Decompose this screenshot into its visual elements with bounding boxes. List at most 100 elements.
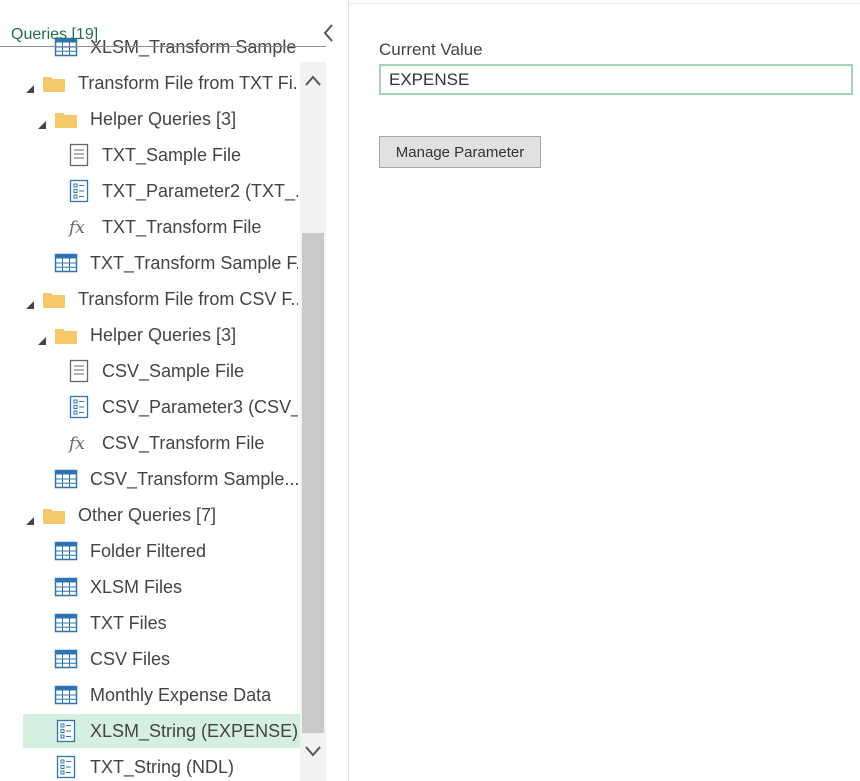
query-item[interactable]: Monthly Expense Data bbox=[0, 678, 300, 712]
folder-icon bbox=[43, 77, 65, 92]
query-item[interactable]: TXT_String (NDL) bbox=[0, 750, 300, 781]
table-icon bbox=[54, 613, 78, 633]
expand-triangle-icon[interactable] bbox=[37, 330, 47, 351]
query-icon: fx bbox=[67, 431, 91, 460]
query-item[interactable]: TXT Files bbox=[0, 606, 300, 640]
current-value-label: Current Value bbox=[379, 40, 483, 59]
svg-text:fx: fx bbox=[67, 218, 85, 238]
query-group[interactable]: Other Queries [7] bbox=[0, 498, 300, 532]
function-icon: fx bbox=[67, 218, 85, 238]
manage-parameter-button[interactable]: Manage Parameter bbox=[379, 136, 541, 168]
parameter-icon bbox=[56, 755, 76, 779]
query-icon bbox=[42, 287, 66, 316]
query-icon bbox=[54, 719, 78, 748]
queries-header[interactable]: Queries [19] bbox=[11, 26, 98, 44]
query-icon bbox=[54, 251, 78, 280]
query-item[interactable]: Folder Filtered bbox=[0, 534, 300, 568]
query-label: Monthly Expense Data bbox=[90, 685, 272, 705]
document-icon bbox=[69, 143, 89, 167]
query-label: CSV Files bbox=[90, 649, 171, 669]
folder-icon bbox=[43, 293, 65, 308]
query-label: CSV_Transform Sample... bbox=[90, 469, 298, 489]
parameter-icon bbox=[56, 719, 76, 743]
query-label: TXT_Transform Sample F... bbox=[90, 253, 298, 273]
query-icon bbox=[54, 647, 78, 676]
query-label: Helper Queries [3] bbox=[90, 325, 237, 345]
queries-pane: XLSM_Transform Sample... Transform File f… bbox=[0, 0, 349, 781]
query-icon bbox=[54, 575, 78, 604]
query-label: Other Queries [7] bbox=[78, 505, 217, 525]
query-icon bbox=[67, 395, 91, 424]
function-icon: fx bbox=[67, 434, 85, 454]
query-group[interactable]: Helper Queries [3] bbox=[0, 318, 300, 352]
query-item[interactable]: TXT_Parameter2 (TXT_... bbox=[0, 174, 300, 208]
query-item[interactable]: fx TXT_Transform File bbox=[0, 210, 300, 244]
query-icon bbox=[54, 755, 78, 781]
svg-text:fx: fx bbox=[67, 434, 85, 454]
query-item[interactable]: fx CSV_Transform File bbox=[0, 426, 300, 460]
parameter-icon bbox=[69, 395, 89, 419]
table-icon bbox=[54, 577, 78, 597]
query-label: CSV_Transform File bbox=[102, 433, 265, 453]
table-icon bbox=[54, 469, 78, 489]
query-item[interactable]: XLSM_String (EXPENSE) bbox=[23, 714, 300, 748]
query-item[interactable]: XLSM Files bbox=[0, 570, 300, 604]
query-group[interactable]: Transform File from CSV F... bbox=[0, 282, 300, 316]
query-item[interactable]: TXT_Sample File bbox=[0, 138, 300, 172]
expand-triangle-icon[interactable] bbox=[25, 78, 35, 99]
query-icon bbox=[54, 323, 78, 352]
query-icon bbox=[54, 611, 78, 640]
query-label: XLSM_String (EXPENSE) bbox=[90, 721, 298, 741]
scroll-down-button[interactable] bbox=[302, 738, 324, 764]
query-icon bbox=[67, 179, 91, 208]
query-icon: fx bbox=[67, 215, 91, 244]
query-icon bbox=[42, 503, 66, 532]
chevron-down-icon bbox=[305, 746, 321, 757]
query-label: TXT_Transform File bbox=[102, 217, 262, 237]
document-icon bbox=[69, 359, 89, 383]
scrollbar-thumb[interactable] bbox=[302, 233, 324, 733]
scroll-up-button[interactable] bbox=[302, 68, 324, 94]
query-icon bbox=[54, 539, 78, 568]
parameter-icon bbox=[69, 179, 89, 203]
table-icon bbox=[54, 649, 78, 669]
query-label: TXT_Parameter2 (TXT_... bbox=[102, 181, 298, 201]
expand-triangle-icon[interactable] bbox=[25, 510, 35, 531]
query-icon bbox=[67, 359, 91, 388]
query-label: Helper Queries [3] bbox=[90, 109, 237, 129]
chevron-up-icon bbox=[305, 75, 321, 86]
query-item[interactable]: TXT_Transform Sample F... bbox=[0, 246, 300, 280]
query-item[interactable]: CSV_Transform Sample... bbox=[0, 462, 300, 496]
queries-header-divider bbox=[0, 46, 326, 47]
query-icon bbox=[54, 107, 78, 136]
folder-icon bbox=[55, 329, 77, 344]
query-label: Folder Filtered bbox=[90, 541, 207, 561]
query-item[interactable]: CSV_Parameter3 (CSV_... bbox=[0, 390, 300, 424]
table-icon bbox=[54, 541, 78, 561]
query-label: Transform File from CSV F... bbox=[78, 289, 298, 309]
query-label: TXT_Sample File bbox=[102, 145, 242, 165]
expand-triangle-icon[interactable] bbox=[37, 114, 47, 135]
query-label: Transform File from TXT Fi... bbox=[78, 73, 298, 93]
query-label: CSV_Sample File bbox=[102, 361, 245, 381]
query-label: XLSM_Transform Sample... bbox=[90, 37, 298, 57]
table-icon bbox=[54, 685, 78, 705]
expand-triangle-icon[interactable] bbox=[25, 294, 35, 315]
query-icon bbox=[67, 143, 91, 172]
query-icon bbox=[42, 71, 66, 100]
query-item[interactable]: CSV Files bbox=[0, 642, 300, 676]
chevron-left-icon bbox=[323, 24, 333, 42]
query-icon bbox=[54, 467, 78, 496]
query-group[interactable]: Helper Queries [3] bbox=[0, 102, 300, 136]
table-icon bbox=[54, 253, 78, 273]
folder-icon bbox=[43, 509, 65, 524]
collapse-pane-button[interactable] bbox=[318, 20, 340, 46]
query-item[interactable]: CSV_Sample File bbox=[0, 354, 300, 388]
query-group[interactable]: Transform File from TXT Fi... bbox=[0, 66, 300, 100]
query-icon bbox=[54, 683, 78, 712]
query-label: TXT Files bbox=[90, 613, 167, 633]
current-value-input[interactable] bbox=[379, 64, 853, 95]
query-label: CSV_Parameter3 (CSV_... bbox=[102, 397, 298, 417]
folder-icon bbox=[55, 113, 77, 128]
query-label: XLSM Files bbox=[90, 577, 183, 597]
